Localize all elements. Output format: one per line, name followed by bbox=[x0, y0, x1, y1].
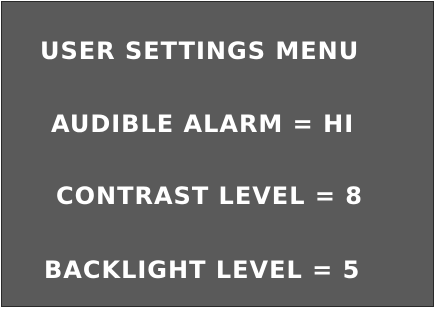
menu-title: USER SETTINGS MENU bbox=[40, 37, 360, 65]
menu-item-audible-alarm[interactable]: AUDIBLE ALARM = HI bbox=[51, 110, 354, 138]
menu-item-backlight-level[interactable]: BACKLIGHT LEVEL = 5 bbox=[44, 256, 360, 284]
lcd-display-screen: USER SETTINGS MENU AUDIBLE ALARM = HI CO… bbox=[1, 1, 434, 307]
menu-item-contrast-level[interactable]: CONTRAST LEVEL = 8 bbox=[56, 182, 363, 210]
